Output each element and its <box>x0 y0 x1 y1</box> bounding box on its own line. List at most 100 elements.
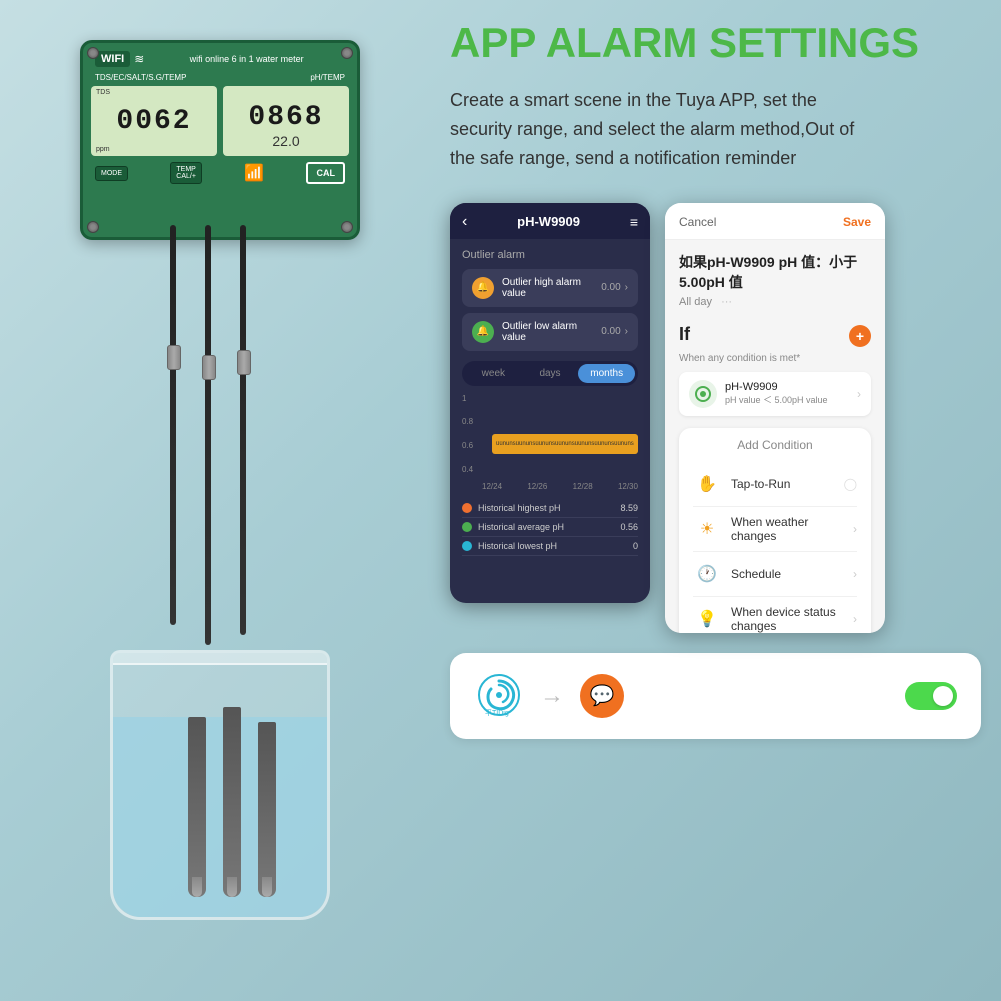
arrow-connector: → <box>540 682 564 710</box>
y-label-2: 0.8 <box>462 417 473 426</box>
tuya-logo-svg: 平TIDig <box>477 673 522 718</box>
tds-label: TDS <box>96 89 110 96</box>
chat-bubble-icon: 💬 <box>580 674 624 718</box>
stat-value-lowest: 0 <box>633 541 638 551</box>
stat-label-average: Historical average pH <box>478 522 620 532</box>
tds-unit: ppm <box>96 146 110 153</box>
meter-top-bar: WIFI ≋ wifi online 6 in 1 water meter <box>91 51 349 67</box>
cable-3 <box>240 225 246 635</box>
probe-tip-2 <box>227 877 237 897</box>
chart-bar: ûûnunsûûnunsûûnunsûûnunsûûnunsûûnunsûûnu… <box>492 434 638 454</box>
beaker-water <box>113 717 327 917</box>
page-title: APP ALARM SETTINGS <box>450 20 981 66</box>
beaker-rim <box>110 650 330 665</box>
tds-number: 0062 <box>116 106 191 137</box>
svg-text:平TIDig: 平TIDig <box>485 709 509 717</box>
time-tabs: week days months <box>462 361 638 386</box>
water-meter-device: WIFI ≋ wifi online 6 in 1 water meter TD… <box>80 40 360 240</box>
tap-to-run-label: Tap-to-Run <box>731 477 844 491</box>
tds-display: TDS 0062 ppm <box>91 86 217 156</box>
cable-1 <box>170 225 176 625</box>
mode-button[interactable]: MODE <box>95 166 128 181</box>
wifi-label: WIFI <box>95 51 130 67</box>
ph-display: 0868 22.0 <box>223 86 349 156</box>
screw-tl <box>87 47 99 59</box>
weather-icon: ☀ <box>693 515 721 543</box>
phone-menu-button[interactable]: ≡ <box>630 214 638 230</box>
toggle-switch[interactable] <box>905 682 957 710</box>
tap-to-run-option[interactable]: ✋ Tap-to-Run ◯ <box>693 462 857 507</box>
alarm-high-value: 0.00 <box>601 282 620 293</box>
displays-row: TDS 0062 ppm 0868 22.0 <box>91 86 349 156</box>
device-section: WIFI ≋ wifi online 6 in 1 water meter TD… <box>20 20 440 980</box>
save-button[interactable]: Save <box>843 215 871 229</box>
meter-buttons: MODE TEMP CAL/+ 📶 CAL <box>91 162 349 184</box>
probe-tip-3 <box>262 877 272 897</box>
add-condition-title: Add Condition <box>693 438 857 452</box>
ph-number: 0868 <box>248 102 323 133</box>
bottom-card: 平TIDig → 💬 <box>450 653 981 739</box>
cancel-button[interactable]: Cancel <box>679 215 716 229</box>
toggle-knob <box>933 686 953 706</box>
tab-days[interactable]: days <box>522 364 579 383</box>
meter-labels-row: TDS/EC/SALT/S.G/TEMP pH/TEMP <box>91 73 349 82</box>
probe-tip-1 <box>192 877 202 897</box>
wifi-signal-icon: ≋ <box>134 52 144 66</box>
schedule-icon: 🕐 <box>693 560 721 588</box>
stat-dot-highest <box>462 503 472 513</box>
device-status-option[interactable]: 💡 When device status changes › <box>693 597 857 633</box>
alarm-high-arrow: › <box>625 282 628 293</box>
screw-tr <box>341 47 353 59</box>
condition-title: 如果pH-W9909 pH 值：小于 5.00pH 值 <box>679 252 871 292</box>
device-condition-arrow: › <box>857 387 861 401</box>
device-status-arrow: › <box>853 612 857 626</box>
tab-months[interactable]: months <box>578 364 635 383</box>
bnc-connector-2 <box>202 355 216 380</box>
alarm-low-value: 0.00 <box>601 326 620 337</box>
device-icon <box>689 380 717 408</box>
tap-to-run-arrow: ◯ <box>844 477 857 491</box>
cable-2 <box>205 225 211 645</box>
chart-bar-text: ûûnunsûûnunsûûnunsûûnunsûûnunsûûnunsûûnu… <box>496 441 634 447</box>
meter-title: wifi online 6 in 1 water meter <box>148 54 345 64</box>
if-sublabel: When any condition is met* <box>679 353 871 364</box>
weather-changes-arrow: › <box>853 522 857 536</box>
tab-week[interactable]: week <box>465 364 522 383</box>
x-label-2: 12/26 <box>527 482 547 491</box>
phone-dark-title: pH-W9909 <box>517 214 580 229</box>
app-description: Create a smart scene in the Tuya APP, se… <box>450 86 870 172</box>
device-status-label: When device status changes <box>731 605 853 633</box>
add-condition-button[interactable]: + <box>849 325 871 347</box>
device-condition-name: pH-W9909 <box>725 381 857 393</box>
alarm-high-label: Outlier high alarm value <box>502 277 601 299</box>
white-phone-body: 如果pH-W9909 pH 值：小于 5.00pH 值 All day ··· … <box>665 240 885 633</box>
alarm-high-icon: 🔔 <box>472 277 494 299</box>
alarm-high-row[interactable]: 🔔 Outlier high alarm value 0.00 › <box>462 269 638 307</box>
chart-x-labels: 12/24 12/26 12/28 12/30 <box>462 482 638 491</box>
temp-cal-button[interactable]: TEMP CAL/+ <box>170 162 202 184</box>
beaker <box>90 620 350 920</box>
phone-dark-body: Outlier alarm 🔔 Outlier high alarm value… <box>450 239 650 566</box>
screw-bl <box>87 221 99 233</box>
phone-back-button[interactable]: ‹ <box>462 213 467 231</box>
stat-row-lowest: Historical lowest pH 0 <box>462 537 638 556</box>
device-condition-text: pH-W9909 pH value ＜ 5.00pH value <box>725 381 857 406</box>
device-condition-row[interactable]: pH-W9909 pH value ＜ 5.00pH value › <box>679 372 871 416</box>
tuya-logo: 平TIDig <box>474 671 524 721</box>
alarm-low-arrow: › <box>625 326 628 337</box>
cal-button[interactable]: CAL <box>306 162 345 184</box>
x-label-3: 12/28 <box>573 482 593 491</box>
alarm-low-row[interactable]: 🔔 Outlier low alarm value 0.00 › <box>462 313 638 351</box>
y-label-3: 0.6 <box>462 441 473 450</box>
device-condition-desc: pH value ＜ 5.00pH value <box>725 393 857 406</box>
probe-3 <box>258 722 276 897</box>
ph-sub: 22.0 <box>272 133 299 149</box>
weather-changes-option[interactable]: ☀ When weather changes › <box>693 507 857 552</box>
bottom-card-left: 平TIDig → 💬 <box>474 671 624 721</box>
stat-label-lowest: Historical lowest pH <box>478 541 633 551</box>
alarm-low-icon: 🔔 <box>472 321 494 343</box>
schedule-option[interactable]: 🕐 Schedule › <box>693 552 857 597</box>
stat-dot-lowest <box>462 541 472 551</box>
stat-row-highest: Historical highest pH 8.59 <box>462 499 638 518</box>
bnc-connector-3 <box>237 350 251 375</box>
